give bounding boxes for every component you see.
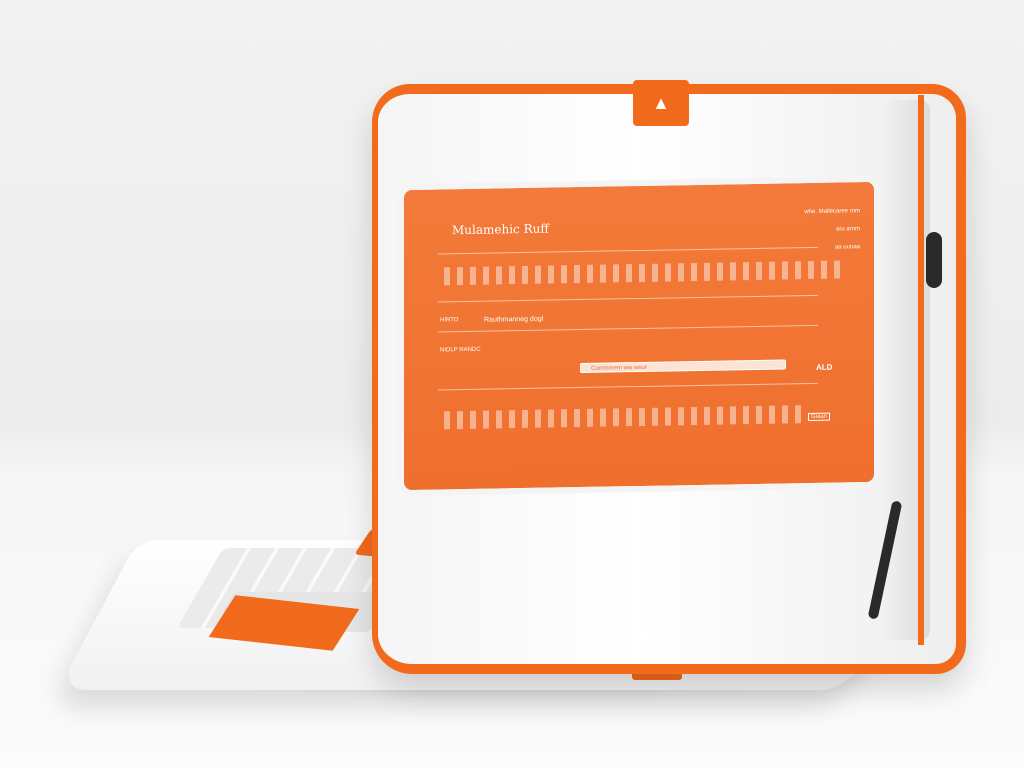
divider: [438, 294, 818, 303]
logo-tab-icon: ▲: [633, 80, 689, 126]
search-input[interactable]: Commmem ww weur: [580, 359, 786, 374]
divider: [438, 324, 818, 333]
text-row: [444, 405, 804, 430]
divider: [438, 246, 818, 255]
header-line: whe. Mallecaree rom: [804, 208, 860, 216]
field-label: NIDLP RANDC: [440, 346, 481, 354]
field-label: HIRTO: [440, 317, 459, 324]
count-label: ALD: [816, 362, 833, 372]
screen-header-info: whe. Mallecaree rom aru arnm aa uunaa: [804, 202, 860, 257]
zipper-pull-icon: [926, 232, 942, 288]
zipper-rail: [918, 95, 924, 645]
screen-title: Mulamehic Ruff: [452, 221, 549, 238]
header-line: aru arnm: [835, 226, 860, 233]
text-row: [444, 260, 844, 286]
laptop-screen: Mulamehic Ruff whe. Mallecaree rom aru a…: [398, 175, 880, 497]
product-photo: ▲ Mulamehic Ruff whe. Mallecaree rom aru…: [0, 0, 1024, 768]
divider: [438, 382, 818, 391]
field-value: Rauthmanneg dogl: [484, 315, 544, 324]
screen-button[interactable]: Giaan: [808, 412, 831, 422]
